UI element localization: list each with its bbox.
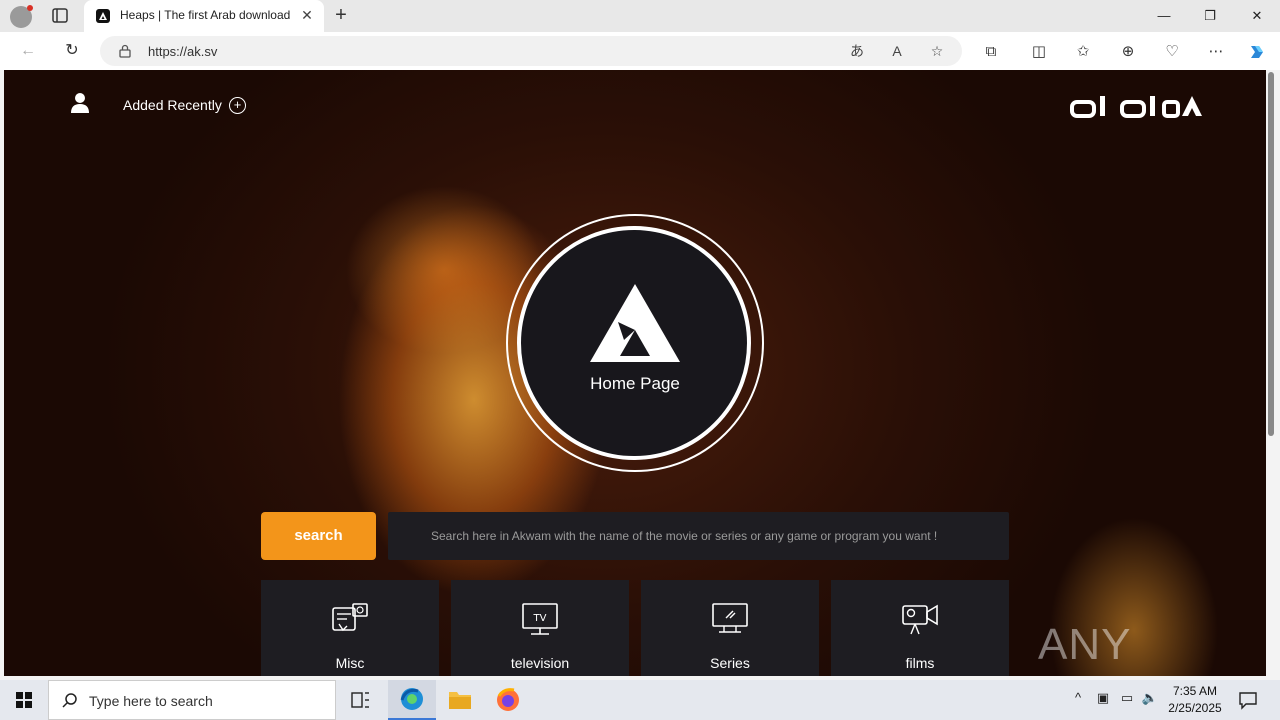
plus-circle-icon[interactable]: + [229,97,246,114]
favorites-icon[interactable]: ✩ [1073,42,1093,62]
restore-button[interactable]: ❐ [1187,0,1233,32]
page-scrollbar[interactable] [1266,70,1276,676]
browser-tab-bar: Heaps | The first Arab download ✕ + — ❐ … [0,0,1280,32]
refresh-icon[interactable]: ↻ [61,40,83,62]
taskbar-search-box[interactable]: Type here to search [48,680,336,720]
tab-actions-icon[interactable] [50,7,70,25]
browser-essentials-icon[interactable]: ♡ [1162,42,1182,62]
category-films[interactable]: films [831,580,1009,676]
profile-notification-dot [27,5,33,11]
anyrun-watermark: ANY RUN [1038,608,1238,676]
read-aloud-icon[interactable]: A [888,42,906,60]
more-menu-icon[interactable]: ⋯ [1206,42,1226,62]
volume-icon[interactable]: 🔈 [1140,690,1160,710]
search-icon [61,692,79,710]
scrollbar-thumb[interactable] [1268,72,1274,436]
back-arrow-icon[interactable]: ← [17,40,39,62]
user-icon[interactable] [70,92,90,114]
svg-text:TV: TV [533,613,547,624]
file-explorer-icon[interactable] [436,680,484,720]
site-favicon-icon [96,9,110,23]
misc-icon [331,602,369,636]
edge-browser-icon[interactable] [388,680,436,720]
added-recently-link[interactable]: Added Recently [123,97,222,113]
extensions-icon[interactable]: ⧉ [981,42,1001,62]
series-icon [711,602,749,636]
category-label: television [510,655,570,671]
new-tab-button[interactable]: + [330,4,352,26]
taskbar-clock[interactable]: 7:35 AM 2/25/2025 [1160,683,1230,717]
browser-tab-active[interactable]: Heaps | The first Arab download ✕ [84,0,324,32]
minimize-button[interactable]: — [1141,0,1187,32]
category-series[interactable]: Series [641,580,819,676]
windows-start-button[interactable] [0,680,48,720]
category-label: films [905,655,935,671]
search-input[interactable] [388,512,1009,560]
url-text[interactable]: https://ak.sv [148,44,217,59]
category-television[interactable]: TV television [451,580,629,676]
television-icon: TV [521,602,559,636]
copilot-icon[interactable] [1247,42,1267,62]
clock-time: 7:35 AM [1172,684,1218,698]
network-icon[interactable]: ▭ [1117,690,1137,710]
watermark-text: ANY RUN [1038,620,1135,676]
tray-overflow-icon[interactable]: ^ [1068,690,1088,710]
films-icon [901,602,939,636]
task-view-icon[interactable] [336,680,384,720]
category-label: Series [710,655,750,671]
translate-icon[interactable]: あ [848,42,866,60]
taskbar-search-placeholder[interactable]: Type here to search [89,693,213,709]
collections-icon[interactable]: ⊕ [1118,42,1138,62]
close-window-button[interactable]: ✕ [1234,0,1280,32]
split-screen-icon[interactable]: ◫ [1029,42,1049,62]
akwam-logo-icon[interactable] [588,282,682,364]
category-label: Misc [335,655,365,671]
browser-toolbar: ← ↻ https://ak.sv あ A ☆ ⧉ ◫ ✩ ⊕ ♡ ⋯ [0,32,1280,70]
favorite-star-icon[interactable]: ☆ [928,42,946,60]
home-page-label[interactable]: Home Page [506,374,764,394]
tab-title: Heaps | The first Arab download [120,8,291,22]
site-logo[interactable] [1070,90,1202,122]
firefox-icon[interactable] [484,680,532,720]
notification-icon[interactable] [1236,688,1260,712]
tray-device-icon[interactable]: ▣ [1093,690,1113,710]
lock-icon[interactable] [118,44,132,58]
windows-taskbar: Type here to search ^ ▣ ▭ 🔈 7:35 AM 2/25… [0,680,1280,720]
address-bar[interactable]: https://ak.sv あ A ☆ [100,36,962,66]
clock-date: 2/25/2025 [1168,701,1222,715]
category-misc[interactable]: Misc [261,580,439,676]
page-content: Added Recently + Home Page search Misc [4,70,1266,676]
search-button[interactable]: search [261,512,376,560]
close-tab-icon[interactable]: ✕ [298,6,316,24]
